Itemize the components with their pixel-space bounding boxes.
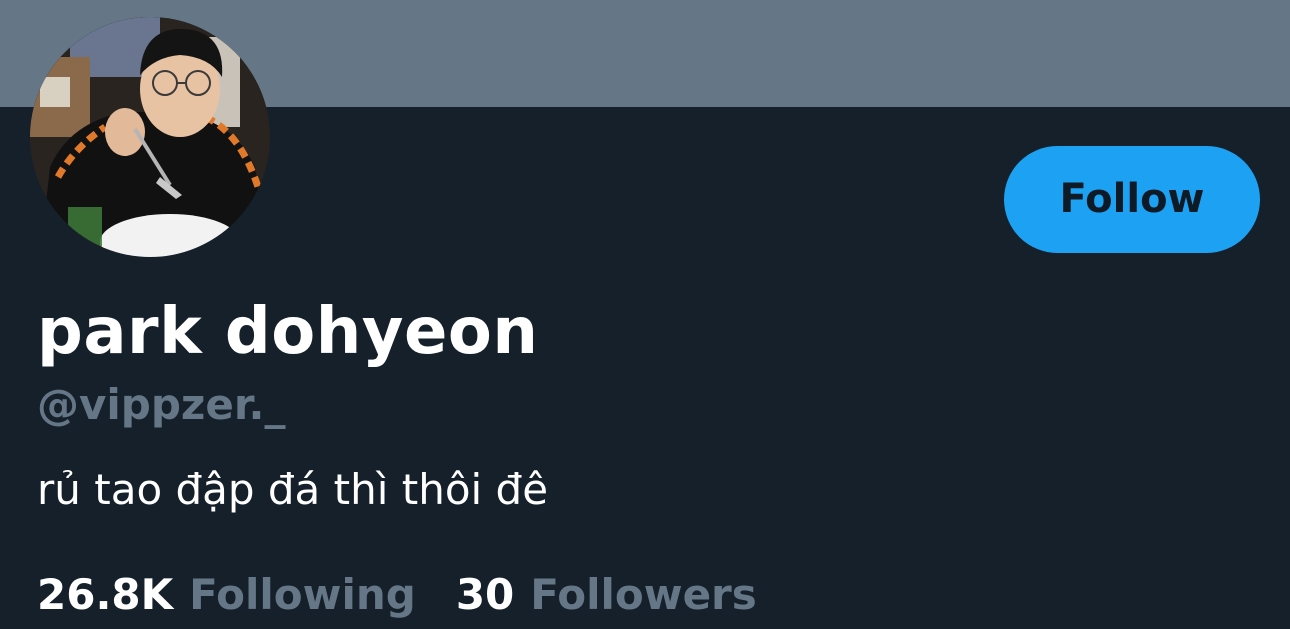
profile-stats: 26.8K Following 30 Followers — [37, 566, 757, 624]
followers-stat-link[interactable]: 30 Followers — [456, 566, 757, 624]
profile-bio: rủ tao đập đá thì thôi đê — [37, 465, 549, 514]
avatar[interactable] — [30, 17, 270, 257]
profile-page: Follow park dohyeon @vippzer._ rủ tao đậ… — [0, 0, 1290, 629]
following-label: Following — [189, 570, 416, 619]
following-stat-link[interactable]: 26.8K Following — [37, 566, 416, 624]
following-count: 26.8K — [37, 570, 174, 619]
user-handle: @vippzer._ — [37, 380, 286, 429]
followers-count: 30 — [455, 570, 515, 619]
avatar-photo — [30, 17, 270, 257]
follow-button[interactable]: Follow — [1004, 146, 1260, 253]
display-name: park dohyeon — [37, 295, 539, 369]
followers-label: Followers — [530, 570, 757, 619]
